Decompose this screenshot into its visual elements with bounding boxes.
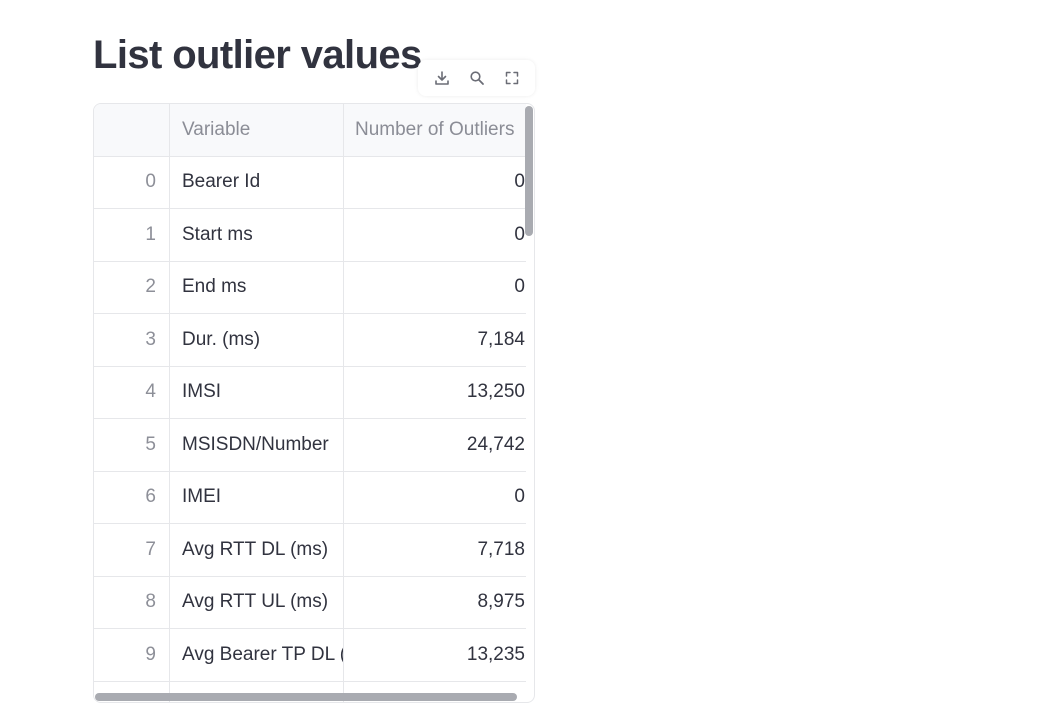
table-row[interactable]: 5 MSISDN/Number 24,742 (94, 419, 526, 472)
table-row[interactable]: 9Avg Bearer TP DL (kbps)13,235 (94, 629, 526, 682)
outlier-table[interactable]: Variable Number of Outliers 0 Bearer Id 0 1… (93, 103, 535, 703)
outlier-count-cell[interactable]: 24,742 (344, 419, 526, 471)
row-index-cell[interactable]: 4 (94, 366, 170, 418)
row-index-cell[interactable]: 5 (94, 419, 170, 471)
header-variable[interactable]: Variable (170, 104, 344, 156)
dataframe-toolbar (418, 60, 535, 96)
outlier-count-cell[interactable]: 0 (344, 262, 526, 314)
download-icon (434, 71, 449, 85)
variable-cell[interactable]: Avg Bearer TP DL (kbps) (170, 629, 344, 681)
row-index-cell[interactable]: 0 (94, 156, 170, 208)
row-index-cell[interactable]: 2 (94, 261, 170, 313)
horizontal-scrollbar[interactable] (95, 693, 517, 701)
row-index-cell[interactable]: 3 (94, 314, 170, 366)
variable-cell[interactable]: End ms (170, 261, 344, 313)
outlier-count-cell[interactable]: 7,718 (344, 524, 526, 576)
outlier-count-cell[interactable]: 13,250 (344, 367, 526, 419)
page-title: List outlier values (93, 33, 422, 77)
variable-cell[interactable]: Start ms (170, 209, 344, 261)
row-index-cell[interactable]: 7 (94, 524, 170, 576)
table-row[interactable]: 7 Avg RTT DL (ms) 7,718 (94, 524, 526, 577)
table-header: Variable Number of Outliers (94, 104, 526, 157)
table-row[interactable]: 6 IMEI 0 (94, 471, 526, 524)
variable-cell[interactable]: IMEI (170, 471, 344, 523)
table-row[interactable]: 8 Avg RTT UL (ms) 8,975 (94, 576, 526, 629)
row-index-cell[interactable]: 1 (94, 209, 170, 261)
row-index-cell[interactable]: 8 (94, 576, 170, 628)
search-button[interactable] (466, 67, 488, 89)
row-index-cell[interactable]: 6 (94, 471, 170, 523)
outlier-count-cell[interactable]: 0 (344, 472, 526, 524)
variable-cell[interactable]: Bearer Id (170, 156, 344, 208)
search-icon (469, 71, 484, 85)
variable-cell[interactable]: Avg RTT UL (ms) (170, 576, 344, 628)
download-button[interactable] (431, 67, 453, 89)
fullscreen-button[interactable] (501, 67, 523, 89)
variable-cell[interactable]: IMSI (170, 366, 344, 418)
table-row[interactable]: 0 Bearer Id 0 (94, 156, 526, 209)
row-index-cell[interactable]: 9 (94, 629, 170, 681)
header-number-of-outliers[interactable]: Number of Outliers (344, 104, 526, 156)
outlier-count-cell[interactable]: 8,975 (344, 577, 526, 629)
variable-cell[interactable]: Dur. (ms) (170, 314, 344, 366)
outlier-count-cell[interactable]: 0 (344, 157, 526, 209)
outlier-count-cell[interactable]: 0 (344, 209, 526, 261)
table-row[interactable]: 1 Start ms 0 (94, 209, 526, 262)
table-row[interactable]: 4 IMSI 13,250 (94, 366, 526, 419)
table-row[interactable]: 3 Dur. (ms) 7,184 (94, 314, 526, 367)
vertical-scrollbar[interactable] (525, 106, 533, 236)
outlier-count-cell[interactable]: 7,184 (344, 314, 526, 366)
header-index (94, 104, 170, 156)
outlier-count-cell[interactable]: 13,235 (344, 629, 526, 681)
table-row[interactable]: 2 End ms 0 (94, 261, 526, 314)
variable-cell[interactable]: Avg RTT DL (ms) (170, 524, 344, 576)
fullscreen-icon (505, 71, 518, 85)
variable-cell[interactable]: MSISDN/Number (170, 419, 344, 471)
